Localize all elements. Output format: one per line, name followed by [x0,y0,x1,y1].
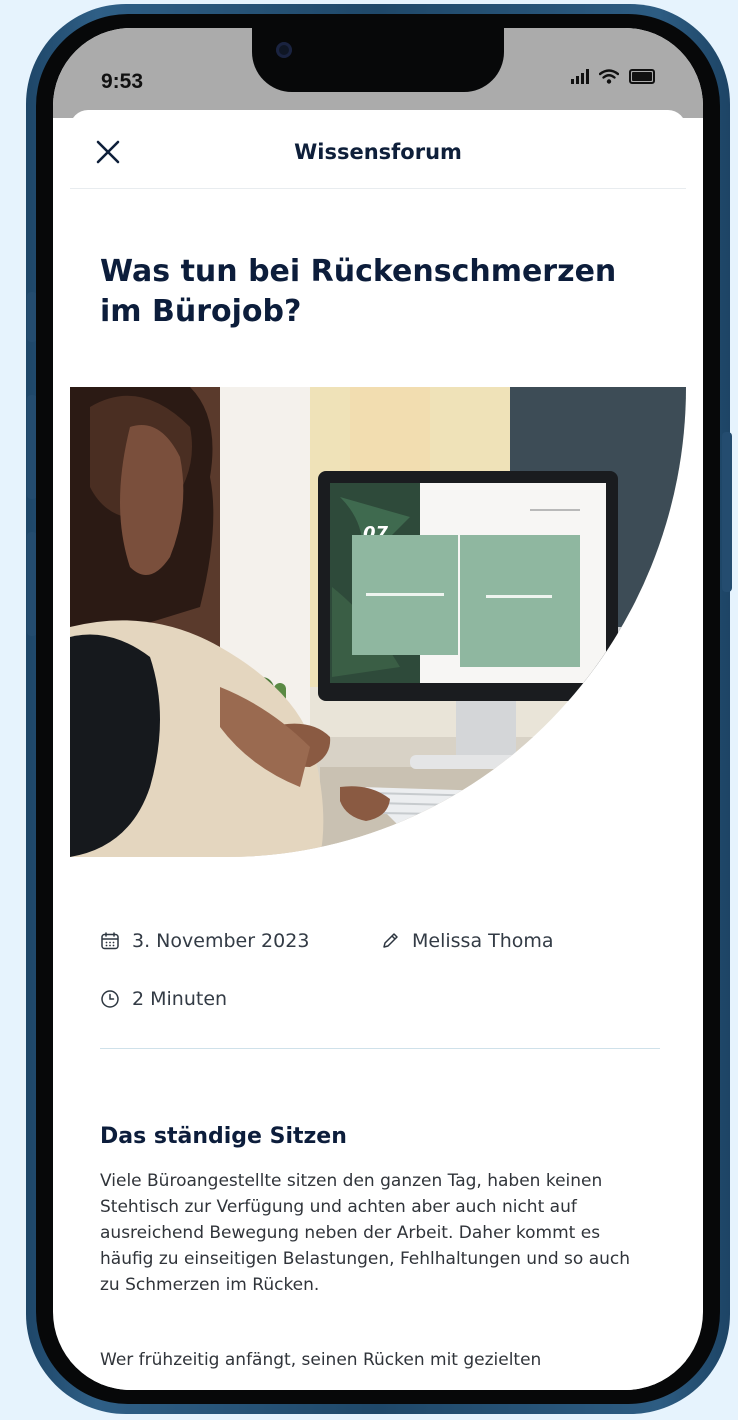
divider [100,1048,660,1049]
article-title: Was tun bei Rückenschmerzen im Bürojob? [100,254,617,329]
article-sheet: Wissensforum Was tun bei Rückenschmerzen… [70,110,686,1390]
calendar-icon [101,932,119,950]
article-paragraph: Viele Büroangestellte sitzen den ganzen … [100,1171,631,1295]
hero-image: 07 [70,387,686,857]
date-text: 3. November 2023 [132,930,310,952]
power-button [722,432,732,592]
article-author: Melissa Thoma [380,930,554,952]
header-title: Wissensforum [294,140,462,164]
app-header: Wissensforum [70,110,686,189]
read-time-text: 2 Minuten [132,988,228,1010]
article-read-time: 2 Minuten [100,988,227,1010]
hero-illustration: 07 [70,387,686,857]
phone-screen: 9:53 Wissensforum Was tun bei Rückenschm… [53,28,703,1390]
section-title: Das ständige Sitzen [100,1124,347,1149]
status-icons [571,68,655,84]
battery-icon [629,69,655,84]
status-time: 9:53 [101,70,144,93]
author-name: Melissa Thoma [412,930,554,952]
wifi-icon [599,69,619,84]
clock-icon [101,990,119,1008]
notch [252,28,504,92]
front-camera [276,42,292,58]
signal-icon [571,68,589,84]
article-paragraph-2: Wer frühzeitig anfängt, seinen Rücken mi… [100,1350,542,1370]
article-date: 3. November 2023 [100,930,309,952]
pencil-icon [383,933,398,948]
